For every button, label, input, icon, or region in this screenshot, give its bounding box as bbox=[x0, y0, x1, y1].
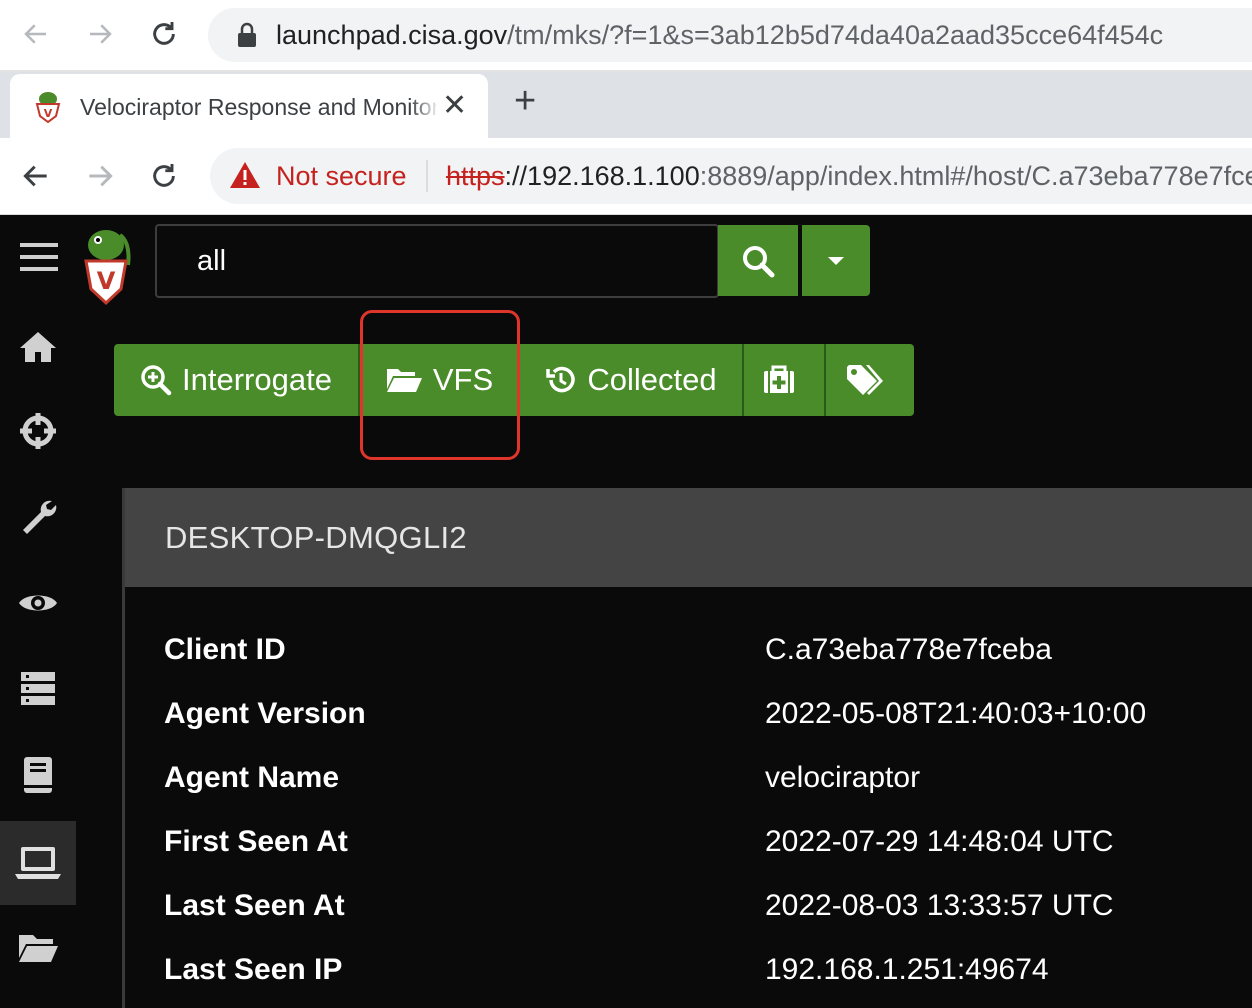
outer-url: launchpad.cisa.gov/tm/mks/?f=1&s=3ab12b5… bbox=[276, 20, 1163, 51]
sidebar-item-vfs[interactable] bbox=[0, 905, 76, 989]
client-search-input[interactable] bbox=[195, 240, 699, 282]
sidebar-item-artifacts[interactable] bbox=[0, 473, 76, 557]
search-icon bbox=[743, 245, 775, 277]
outer-url-path: /tm/mks/?f=1&s=3ab12b5d74da40a2aad35cce6… bbox=[507, 20, 1164, 50]
search-plus-icon bbox=[141, 365, 172, 396]
inner-address-bar[interactable]: Not secure https://192.168.1.100:8889/ap… bbox=[210, 148, 1252, 204]
outer-address-bar[interactable]: launchpad.cisa.gov/tm/mks/?f=1&s=3ab12b5… bbox=[208, 8, 1252, 62]
tab-close-icon[interactable]: ✕ bbox=[442, 88, 467, 123]
sidebar-item-notebooks[interactable] bbox=[0, 733, 76, 817]
field-value: 192.168.1.251:49674 bbox=[765, 953, 1049, 986]
outer-url-host: launchpad.cisa.gov bbox=[276, 20, 508, 50]
inner-browser-toolbar: Not secure https://192.168.1.100:8889/ap… bbox=[0, 138, 1252, 215]
medkit-button[interactable] bbox=[744, 344, 826, 416]
home-icon bbox=[20, 332, 56, 362]
arrow-right-icon bbox=[89, 165, 113, 187]
field-label: Last Seen At bbox=[164, 889, 345, 922]
collected-label: Collected bbox=[587, 362, 717, 397]
new-tab-button[interactable]: + bbox=[514, 82, 536, 120]
sidebar-item-monitoring[interactable] bbox=[0, 561, 76, 645]
url-divider bbox=[426, 160, 428, 192]
interrogate-button[interactable]: Interrogate bbox=[114, 344, 360, 416]
arrow-left-icon bbox=[24, 24, 46, 44]
eye-icon bbox=[19, 595, 57, 611]
inner-reload-button[interactable] bbox=[142, 154, 186, 198]
field-value: 2022-05-08T21:40:03+10:00 bbox=[765, 697, 1147, 730]
search-button[interactable] bbox=[718, 225, 798, 296]
svg-text:V: V bbox=[97, 267, 116, 295]
forward-button[interactable] bbox=[78, 12, 122, 56]
svg-text:V: V bbox=[44, 107, 53, 120]
reload-button[interactable] bbox=[142, 12, 186, 56]
velociraptor-app: V Interrogate VFS Collected DESKTO bbox=[0, 215, 1252, 1008]
tab-velociraptor[interactable]: V Velociraptor Response and Monitoring ✕ bbox=[10, 74, 488, 138]
field-value: 2022-08-03 13:33:57 UTC bbox=[765, 889, 1114, 922]
crosshair-icon bbox=[20, 413, 56, 449]
arrow-right-icon bbox=[90, 24, 112, 44]
server-icon bbox=[21, 672, 55, 705]
reload-icon bbox=[153, 22, 175, 45]
sidebar-item-hunt[interactable] bbox=[0, 389, 76, 473]
client-search-box bbox=[155, 224, 719, 298]
client-card-header: DESKTOP-DMQGLI2 bbox=[125, 488, 1252, 587]
inner-forward-button[interactable] bbox=[78, 154, 122, 198]
outer-browser-toolbar: launchpad.cisa.gov/tm/mks/?f=1&s=3ab12b5… bbox=[0, 0, 1252, 70]
warning-icon bbox=[230, 162, 260, 188]
wrench-icon bbox=[23, 500, 57, 534]
client-hostname: DESKTOP-DMQGLI2 bbox=[165, 520, 467, 555]
caret-down-icon bbox=[828, 256, 844, 265]
field-label: Agent Name bbox=[164, 761, 340, 794]
sidebar-item-client[interactable] bbox=[0, 821, 76, 905]
labels-button[interactable] bbox=[826, 344, 914, 416]
hamburger-icon bbox=[20, 243, 58, 271]
back-button[interactable] bbox=[14, 12, 58, 56]
url-scheme: https bbox=[446, 161, 505, 191]
sidebar-item-server[interactable] bbox=[0, 647, 76, 731]
velociraptor-favicon-icon: V bbox=[35, 92, 61, 124]
sidebar-menu-toggle[interactable] bbox=[0, 215, 76, 299]
tags-icon bbox=[847, 365, 883, 395]
tab-title: Velociraptor Response and Monitoring bbox=[80, 94, 436, 120]
field-value: velociraptor bbox=[765, 761, 921, 794]
medkit-icon bbox=[764, 365, 794, 393]
lock-icon bbox=[238, 22, 256, 47]
folder-icon bbox=[19, 935, 58, 962]
client-info-card: DESKTOP-DMQGLI2 bbox=[122, 488, 1252, 1008]
tab-strip: V Velociraptor Response and Monitoring ✕ bbox=[0, 72, 1252, 138]
history-icon bbox=[546, 366, 576, 393]
field-value: C.a73eba778e7fceba bbox=[765, 633, 1052, 666]
url-host: ://192.168.1.100 bbox=[504, 161, 700, 191]
collected-button[interactable]: Collected bbox=[520, 344, 744, 416]
search-dropdown-button[interactable] bbox=[802, 225, 870, 296]
field-label: Last Seen IP bbox=[164, 953, 343, 986]
field-label: First Seen At bbox=[164, 825, 348, 858]
field-label: Client ID bbox=[164, 633, 286, 666]
url-rest: :8889/app/index.html#/host/C.a73eba778e7… bbox=[699, 161, 1252, 191]
not-secure-label[interactable]: Not secure bbox=[276, 161, 407, 192]
field-value: 2022-07-29 14:48:04 UTC bbox=[765, 825, 1114, 858]
arrow-left-icon bbox=[23, 165, 47, 187]
interrogate-label: Interrogate bbox=[182, 362, 332, 397]
inner-url: https://192.168.1.100:8889/app/index.htm… bbox=[446, 161, 1252, 192]
reload-icon bbox=[153, 164, 175, 187]
book-icon bbox=[24, 757, 52, 793]
field-label: Agent Version bbox=[164, 697, 366, 730]
sidebar bbox=[0, 215, 76, 988]
vfs-highlight-annotation bbox=[360, 310, 520, 460]
sidebar-item-home[interactable] bbox=[0, 305, 76, 389]
tab-title-fade bbox=[410, 84, 440, 128]
velociraptor-logo-icon: V bbox=[84, 230, 131, 306]
laptop-icon bbox=[15, 847, 61, 879]
inner-back-button[interactable] bbox=[14, 154, 58, 198]
